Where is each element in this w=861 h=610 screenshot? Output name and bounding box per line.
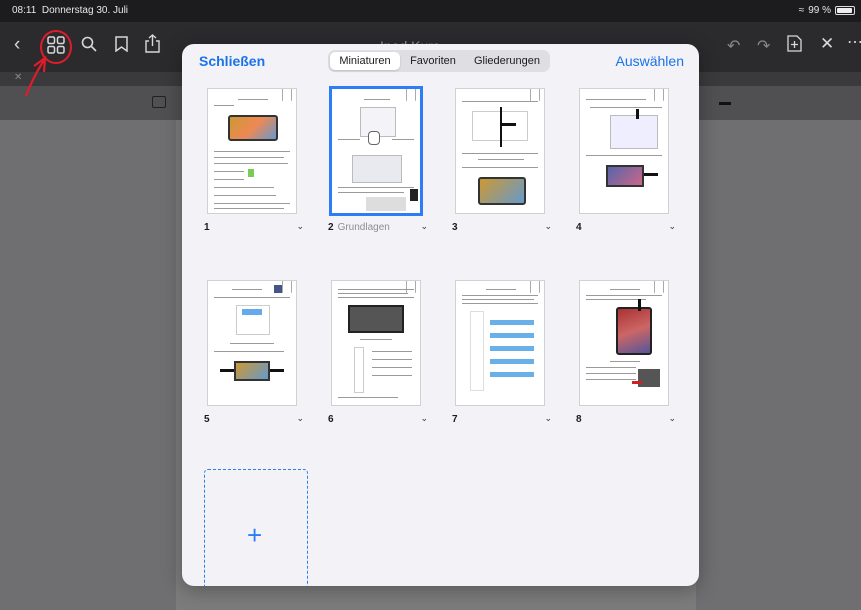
page-label-2: 2 Grundlagen ⌄: [328, 221, 428, 233]
sidebar-toggle-icon[interactable]: [152, 96, 166, 108]
status-right: ≈ 99 %: [799, 5, 855, 16]
page-label-5: 5 ⌄: [204, 413, 304, 425]
page-label-1: 1 ⌄: [204, 221, 304, 233]
chevron-down-icon[interactable]: ⌄: [420, 413, 428, 424]
annotation-arrow-icon: [24, 55, 47, 97]
plus-icon: +: [247, 520, 263, 550]
view-segmented-control: Miniaturen Favoriten Gliederungen: [328, 50, 550, 72]
arrow-icon: [220, 369, 234, 372]
wifi-icon: ≈: [798, 5, 805, 16]
more-icon[interactable]: ⋯: [847, 32, 861, 52]
page-bookmark-icon[interactable]: [406, 89, 416, 101]
add-page-button[interactable]: +: [204, 469, 308, 586]
page-thumbnail-3[interactable]: [455, 88, 545, 214]
page-label-3: 3 ⌄: [452, 221, 552, 233]
tab-outlines[interactable]: Gliederungen: [466, 52, 548, 70]
add-page-icon[interactable]: [787, 35, 802, 58]
page-bookmark-icon[interactable]: [530, 281, 540, 293]
page-bookmark-icon[interactable]: [654, 89, 664, 101]
tab-thumbnails[interactable]: Miniaturen: [330, 52, 400, 70]
chevron-down-icon[interactable]: ⌄: [668, 221, 676, 232]
close-icon[interactable]: ✕: [820, 34, 834, 54]
arrow-icon: [270, 369, 284, 372]
search-icon[interactable]: [81, 36, 97, 58]
share-icon[interactable]: [145, 34, 160, 59]
page-label-6: 6 ⌄: [328, 413, 428, 425]
chevron-down-icon[interactable]: ⌄: [668, 413, 676, 424]
battery-percent: 99 %: [808, 5, 831, 16]
chevron-down-icon[interactable]: ⌄: [544, 413, 552, 424]
chevron-down-icon[interactable]: ⌄: [296, 413, 304, 424]
close-button[interactable]: Schließen: [199, 53, 265, 69]
page-thumbnail-5[interactable]: [207, 280, 297, 406]
select-button[interactable]: Auswählen: [616, 53, 685, 69]
chevron-down-icon[interactable]: ⌄: [544, 221, 552, 232]
chevron-down-icon[interactable]: ⌄: [420, 221, 428, 232]
page-label-8: 8 ⌄: [576, 413, 676, 425]
arrow-icon: [500, 107, 502, 147]
page-thumbnail-7[interactable]: [455, 280, 545, 406]
page-bookmark-icon[interactable]: [406, 281, 416, 293]
minus-icon[interactable]: [719, 102, 731, 105]
tab-favorites[interactable]: Favoriten: [400, 52, 466, 70]
page-bookmark-icon[interactable]: [282, 89, 292, 101]
bookmark-icon[interactable]: [115, 36, 128, 58]
arrow-icon: [636, 109, 639, 119]
arrow-icon: [638, 299, 641, 311]
page-thumbnail-4[interactable]: [579, 88, 669, 214]
battery-icon: [835, 6, 855, 15]
page-bookmark-icon[interactable]: [530, 89, 540, 101]
page-thumbnail-6[interactable]: [331, 280, 421, 406]
modal-header: Schließen Miniaturen Favoriten Gliederun…: [182, 44, 699, 78]
chevron-down-icon[interactable]: ⌄: [296, 221, 304, 232]
page-thumbnail-1[interactable]: [207, 88, 297, 214]
redo-icon[interactable]: ↷: [757, 36, 770, 56]
status-bar: 08:11 Donnerstag 30. Juli ≈ 99 %: [0, 0, 861, 22]
page-bookmark-icon[interactable]: [282, 281, 292, 293]
page-thumbnail-2[interactable]: [329, 86, 423, 216]
page-thumbnail-8[interactable]: [579, 280, 669, 406]
hand-pointer-icon: [368, 131, 380, 145]
undo-icon[interactable]: ↶: [727, 36, 740, 56]
page-bookmark-icon[interactable]: [654, 281, 664, 293]
ipad-image: [228, 115, 278, 141]
page-overview-modal: Schließen Miniaturen Favoriten Gliederun…: [182, 44, 699, 586]
page-label-4: 4 ⌄: [576, 221, 676, 233]
page-label-7: 7 ⌄: [452, 413, 552, 425]
